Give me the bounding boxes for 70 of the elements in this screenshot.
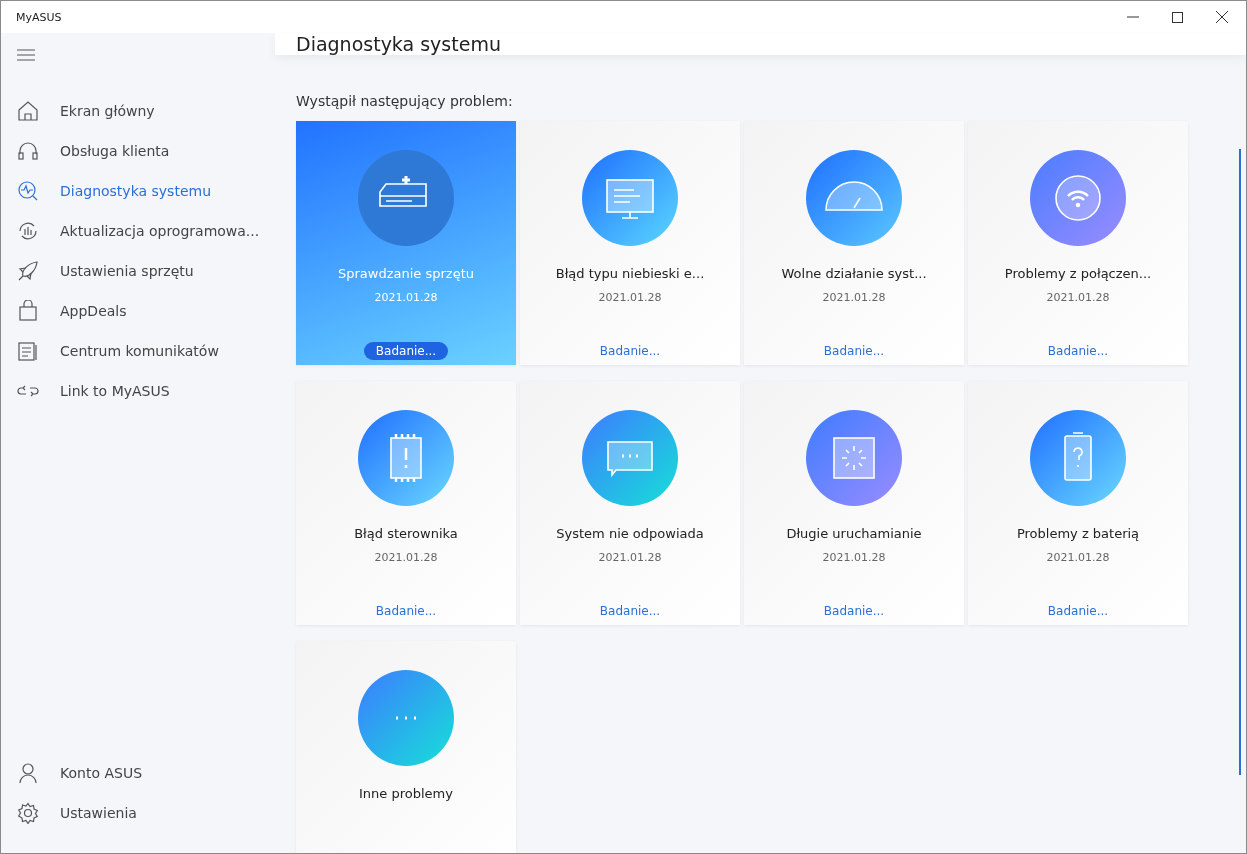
scan-button[interactable]: Badanie... bbox=[363, 342, 449, 360]
nav-item[interactable]: Diagnostyka systemu bbox=[17, 171, 275, 211]
bag-icon bbox=[19, 300, 37, 321]
nav-item[interactable]: Konto ASUS bbox=[17, 753, 275, 793]
nav-item[interactable]: Ustawienia bbox=[17, 793, 275, 833]
card-title: Błąd sterownika bbox=[354, 526, 458, 541]
problem-card[interactable]: Problemy z baterią 2021.01.28 Badanie... bbox=[968, 381, 1188, 625]
problem-card[interactable]: Wolne działanie syst... 2021.01.28 Badanie... bbox=[744, 121, 964, 365]
card-title: Długie uruchamianie bbox=[786, 526, 922, 541]
card-date: 2021.01.28 bbox=[374, 291, 438, 304]
rocket-icon bbox=[18, 261, 38, 281]
card-date: 2021.01.28 bbox=[822, 291, 886, 304]
problem-card[interactable]: Problemy z połączen... 2021.01.28 Badanie... bbox=[968, 121, 1188, 365]
section-heading: Wystąpił następujący problem: bbox=[296, 93, 514, 109]
scan-link[interactable]: Badanie... bbox=[811, 342, 897, 360]
menu-icon[interactable] bbox=[17, 49, 35, 61]
problem-card[interactable]: Błąd typu niebieski e... 2021.01.28 Badanie... bbox=[520, 121, 740, 365]
card-date: 2021.01.28 bbox=[1046, 551, 1110, 564]
scan-link[interactable]: Badanie... bbox=[1035, 342, 1121, 360]
problem-card[interactable]: Długie uruchamianie 2021.01.28 Badanie... bbox=[744, 381, 964, 625]
page-title: Diagnostyka systemu bbox=[296, 33, 501, 55]
nav-item[interactable]: Ustawienia sprzętu bbox=[17, 251, 275, 291]
card-date: 2021.01.28 bbox=[598, 291, 662, 304]
scrollbar[interactable] bbox=[1239, 149, 1241, 775]
nav-item[interactable]: Link to MyASUS bbox=[17, 371, 275, 411]
nav-item[interactable]: Obsługa klienta bbox=[17, 131, 275, 171]
monitor-icon bbox=[582, 150, 678, 246]
chat-bubble-icon bbox=[582, 410, 678, 506]
problem-card[interactable]: Inne problemy bbox=[296, 641, 516, 853]
speedometer-icon bbox=[806, 150, 902, 246]
link-icon bbox=[17, 385, 39, 397]
card-title: Sprawdzanie sprzętu bbox=[338, 266, 474, 281]
problem-card[interactable]: Błąd sterownika 2021.01.28 Badanie... bbox=[296, 381, 516, 625]
card-title: Problemy z baterią bbox=[1016, 526, 1140, 541]
drive-icon bbox=[358, 150, 454, 246]
wifi-icon bbox=[1030, 150, 1126, 246]
scan-link[interactable]: Badanie... bbox=[811, 602, 897, 620]
settings-icon bbox=[17, 802, 39, 824]
headset-icon bbox=[18, 142, 38, 160]
nav-item[interactable]: AppDeals bbox=[17, 291, 275, 331]
window-title: MyASUS bbox=[16, 10, 62, 24]
problem-card[interactable]: System nie odpowiada 2021.01.28 Badanie... bbox=[520, 381, 740, 625]
card-title: System nie odpowiada bbox=[556, 526, 704, 541]
nav-item[interactable]: Aktualizacja oprogramowa... bbox=[17, 211, 275, 251]
update-icon bbox=[19, 222, 37, 240]
chip-warning-icon bbox=[358, 410, 454, 506]
card-date: 2021.01.28 bbox=[598, 551, 662, 564]
card-date: 2021.01.28 bbox=[822, 551, 886, 564]
card-date: 2021.01.28 bbox=[374, 551, 438, 564]
card-title: Wolne działanie syst... bbox=[781, 266, 927, 281]
card-date: 2021.01.28 bbox=[1046, 291, 1110, 304]
problem-card[interactable]: Sprawdzanie sprzętu 2021.01.28 Badanie... bbox=[296, 121, 516, 365]
scan-link[interactable]: Badanie... bbox=[363, 602, 449, 620]
loading-screen-icon bbox=[806, 410, 902, 506]
card-title: Inne problemy bbox=[359, 786, 453, 801]
nav-item[interactable]: Ekran główny bbox=[17, 91, 275, 131]
document-icon bbox=[18, 342, 37, 361]
dots-icon bbox=[358, 670, 454, 766]
nav-item[interactable]: Centrum komunikatów bbox=[17, 331, 275, 371]
close-icon[interactable] bbox=[1216, 11, 1228, 23]
scan-link[interactable]: Badanie... bbox=[587, 602, 673, 620]
battery-question-icon bbox=[1030, 410, 1126, 506]
card-title: Błąd typu niebieski e... bbox=[555, 266, 705, 281]
card-title: Problemy z połączen... bbox=[1004, 266, 1152, 281]
person-icon bbox=[19, 763, 37, 784]
scan-link[interactable]: Badanie... bbox=[587, 342, 673, 360]
maximize-icon[interactable] bbox=[1172, 11, 1183, 23]
pulse-search-icon bbox=[18, 181, 38, 201]
scan-link[interactable]: Badanie... bbox=[1035, 602, 1121, 620]
home-icon bbox=[18, 101, 38, 121]
